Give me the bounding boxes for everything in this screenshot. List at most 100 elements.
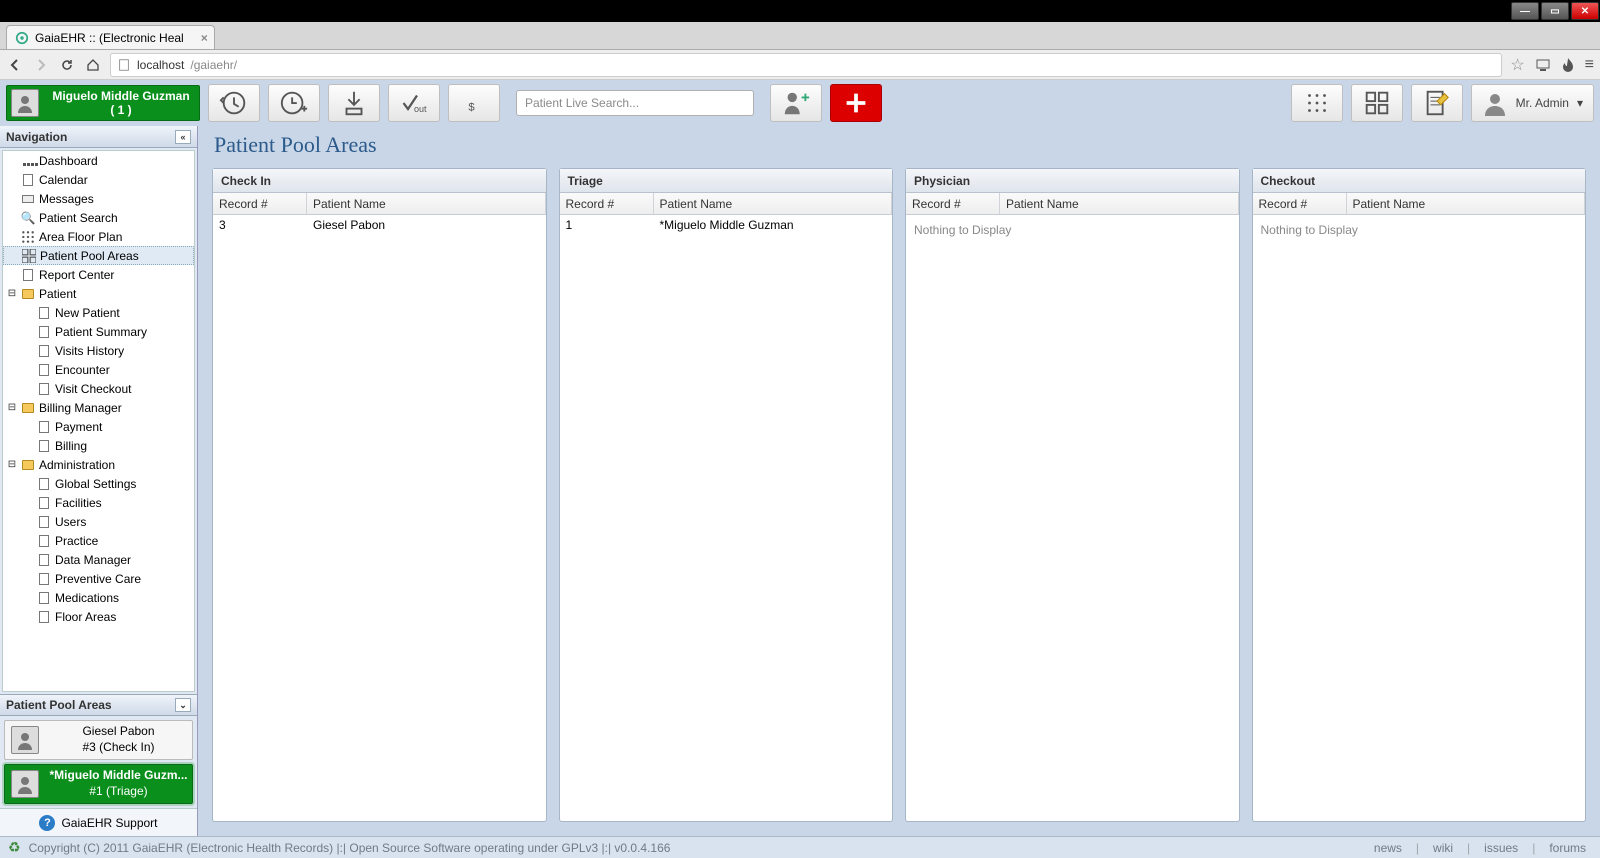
user-menu[interactable]: Mr. Admin ▾ [1471,84,1594,122]
menu-icon[interactable]: ≡ [1585,56,1594,74]
support-label: GaiaEHR Support [61,816,157,830]
nav-medications[interactable]: Medications [3,588,194,607]
table-row[interactable]: 3Giesel Pabon [213,215,546,235]
column-header-name[interactable]: Patient Name [1000,193,1239,214]
nav-billing-folder[interactable]: ⊟Billing Manager [3,398,194,417]
nav-payment[interactable]: Payment [3,417,194,436]
cell-name: Giesel Pabon [307,218,546,232]
pool-rows: 1*Miguelo Middle Guzman [560,215,893,821]
toolbar-checkout-button[interactable]: out [388,84,440,122]
toolbar-floorplan-button[interactable] [1291,84,1343,122]
nav-preventive-care[interactable]: Preventive Care [3,569,194,588]
nav-patient-folder[interactable]: ⊟Patient [3,284,194,303]
dotted-grid-icon [1302,88,1332,118]
toolbar-checkin-button[interactable] [328,84,380,122]
svg-text:out: out [414,104,427,114]
footer-link-news[interactable]: news [1368,841,1408,855]
column-header-name[interactable]: Patient Name [307,193,546,214]
bookmark-star-icon[interactable]: ☆ [1510,55,1524,75]
toolbar-emergency-button[interactable] [830,84,882,122]
footer-link-forums[interactable]: forums [1543,841,1592,855]
nav-area-floor-plan[interactable]: Area Floor Plan [3,227,194,246]
current-patient-card[interactable]: Miguelo Middle Guzman ( 1 ) [6,85,200,121]
nav-encounter[interactable]: Encounter [3,360,194,379]
pool-header: Check In [213,169,546,193]
nav-report-center[interactable]: Report Center [3,265,194,284]
nav-patient-pool-areas[interactable]: Patient Pool Areas [3,246,194,265]
window-minimize-button[interactable]: — [1511,2,1539,20]
nav-new-patient[interactable]: New Patient [3,303,194,322]
column-headers: Record #Patient Name [560,193,893,215]
nav-floor-areas[interactable]: Floor Areas [3,607,194,626]
browser-tab[interactable]: GaiaEHR :: (Electronic Heal × [6,25,215,49]
device-icon[interactable] [1535,57,1551,73]
nav-patient-search[interactable]: 🔍Patient Search [3,208,194,227]
support-link[interactable]: ? GaiaEHR Support [0,808,197,836]
nav-global-settings[interactable]: Global Settings [3,474,194,493]
nav-visit-checkout[interactable]: Visit Checkout [3,379,194,398]
column-header-record[interactable]: Record # [213,193,307,214]
column-header-name[interactable]: Patient Name [654,193,893,214]
footer-link-wiki[interactable]: wiki [1427,841,1459,855]
ppa-card[interactable]: Giesel Pabon#3 (Check In) [4,720,193,760]
page-title: Patient Pool Areas [198,126,1600,168]
column-header-name[interactable]: Patient Name [1347,193,1586,214]
url-host: localhost [137,58,184,72]
nav-facilities[interactable]: Facilities [3,493,194,512]
column-header-record[interactable]: Record # [1253,193,1347,214]
patient-card-name: Miguelo Middle Guzman [43,89,199,103]
ppa-card-active[interactable]: *Miguelo Middle Guzm...#1 (Triage) [4,764,193,804]
back-button[interactable] [6,56,24,74]
toolbar-poolareas-button[interactable] [1351,84,1403,122]
nav-users[interactable]: Users [3,512,194,531]
patient-search-input[interactable] [516,90,754,116]
page-icon [117,58,131,72]
tab-close-icon[interactable]: × [201,31,208,45]
footer-link-issues[interactable]: issues [1478,841,1524,855]
toolbar-payment-button[interactable]: $ [448,84,500,122]
empty-message: Nothing to Display [906,215,1239,245]
main-content: Patient Pool Areas Check InRecord #Patie… [198,126,1600,836]
arrow-right-icon [33,57,49,73]
pool-panel: CheckoutRecord #Patient NameNothing to D… [1252,168,1587,822]
plus-icon [841,88,871,118]
nav-dashboard[interactable]: Dashboard [3,151,194,170]
calendar-icon [21,173,35,187]
reload-button[interactable] [58,56,76,74]
nav-visits-history[interactable]: Visits History [3,341,194,360]
nav-data-manager[interactable]: Data Manager [3,550,194,569]
nav-admin-folder[interactable]: ⊟Administration [3,455,194,474]
clock-plus-icon [279,88,309,118]
column-header-record[interactable]: Record # [906,193,1000,214]
window-close-button[interactable]: ✕ [1571,2,1599,20]
folder-icon [21,287,35,301]
nav-billing[interactable]: Billing [3,436,194,455]
toolbar-add-patient-button[interactable] [770,84,822,122]
user-plus-icon [781,88,811,118]
pool-header: Checkout [1253,169,1586,193]
home-button[interactable] [84,56,102,74]
chevron-down-icon: ▾ [1577,96,1583,110]
chevron-down-icon[interactable]: ⌄ [175,698,191,712]
avatar-icon [11,726,39,754]
forward-button[interactable] [32,56,50,74]
column-header-record[interactable]: Record # [560,193,654,214]
window-titlebar: — ▭ ✕ [0,0,1600,22]
toolbar-new-encounter-button[interactable] [268,84,320,122]
arrow-left-icon [7,57,23,73]
flame-icon[interactable] [1561,57,1575,73]
arrow-down-box-icon [339,88,369,118]
window-maximize-button[interactable]: ▭ [1541,2,1569,20]
pool-rows: Nothing to Display [906,215,1239,821]
url-input[interactable]: localhost/gaiaehr/ [110,53,1502,77]
toolbar-notes-button[interactable] [1411,84,1463,122]
nav-messages[interactable]: Messages [3,189,194,208]
pool-panel: Check InRecord #Patient Name3Giesel Pabo… [212,168,547,822]
nav-patient-summary[interactable]: Patient Summary [3,322,194,341]
nav-practice[interactable]: Practice [3,531,194,550]
table-row[interactable]: 1*Miguelo Middle Guzman [560,215,893,235]
toolbar-history-button[interactable] [208,84,260,122]
pool-panel: TriageRecord #Patient Name1*Miguelo Midd… [559,168,894,822]
nav-calendar[interactable]: Calendar [3,170,194,189]
sidebar-collapse-button[interactable]: « [175,130,191,144]
